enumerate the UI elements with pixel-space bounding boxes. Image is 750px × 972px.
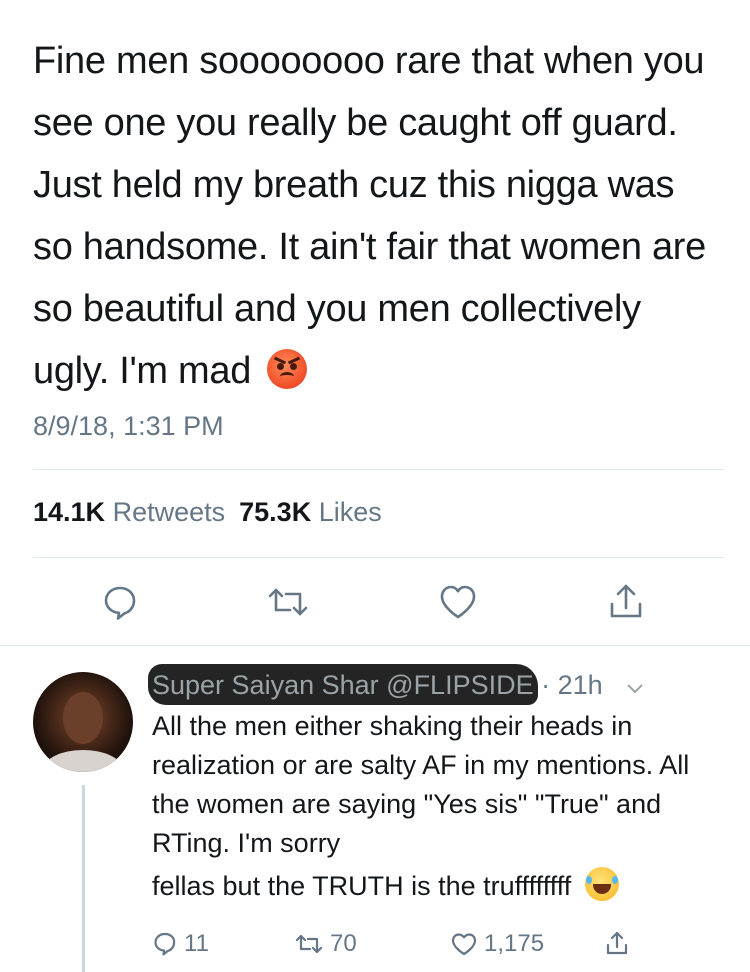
retweets-label: Retweets	[112, 497, 226, 527]
author-handle: @FLIPSIDE	[386, 670, 534, 700]
tweet-stats: 14.1K Retweets 75.3K Likes	[33, 497, 382, 528]
reply-share-button[interactable]	[604, 930, 630, 956]
tweet-body: Fine men soooooooo rare that when you se…	[33, 40, 706, 392]
reply-retweet-button[interactable]: 70	[294, 930, 357, 958]
reply-text: All the men either shaking their heads i…	[152, 707, 722, 909]
reply-header: Super Saiyan Shar @FLIPSIDE · 21h	[148, 664, 644, 705]
divider	[33, 469, 724, 470]
reply-author[interactable]: Super Saiyan Shar @FLIPSIDE	[148, 664, 538, 705]
divider	[33, 557, 724, 558]
tweet-text: Fine men soooooooo rare that when you se…	[33, 30, 723, 402]
laughing-face-icon	[584, 867, 619, 901]
likes-stat[interactable]: 75.3K Likes	[239, 497, 382, 527]
author-name: Super Saiyan Shar	[152, 670, 379, 700]
retweet-icon[interactable]	[266, 580, 310, 624]
reply-reply-button[interactable]: 11	[152, 930, 209, 958]
share-icon[interactable]	[604, 580, 648, 624]
retweet-count: 70	[330, 930, 357, 957]
reply-actions: 11 70 1,175	[152, 930, 712, 964]
reply-like-button[interactable]: 1,175	[450, 930, 544, 958]
reply-body-end: fellas but the TRUTH is the truffffffff	[152, 871, 572, 901]
retweets-count: 14.1K	[33, 497, 106, 527]
retweets-stat[interactable]: 14.1K Retweets	[33, 497, 225, 527]
reply-icon[interactable]	[98, 580, 142, 624]
reply-body: All the men either shaking their heads i…	[152, 711, 690, 858]
like-count: 1,175	[484, 930, 545, 957]
reply-icon	[154, 932, 176, 956]
divider	[0, 645, 750, 646]
likes-label: Likes	[318, 497, 382, 527]
likes-count: 75.3K	[239, 497, 312, 527]
share-icon	[606, 931, 628, 955]
angry-face-icon	[267, 349, 308, 389]
tweet-actions	[0, 580, 750, 630]
separator: ·	[541, 670, 551, 700]
chevron-down-icon[interactable]	[626, 671, 644, 702]
like-icon[interactable]	[436, 580, 480, 624]
tweet-timestamp[interactable]: 8/9/18, 1:31 PM	[33, 411, 224, 442]
reply-time[interactable]: 21h	[558, 670, 603, 700]
retweet-icon	[295, 934, 323, 954]
avatar[interactable]	[33, 672, 133, 772]
thread-line	[82, 785, 85, 972]
reply-count: 11	[184, 930, 209, 957]
like-icon	[451, 933, 477, 956]
